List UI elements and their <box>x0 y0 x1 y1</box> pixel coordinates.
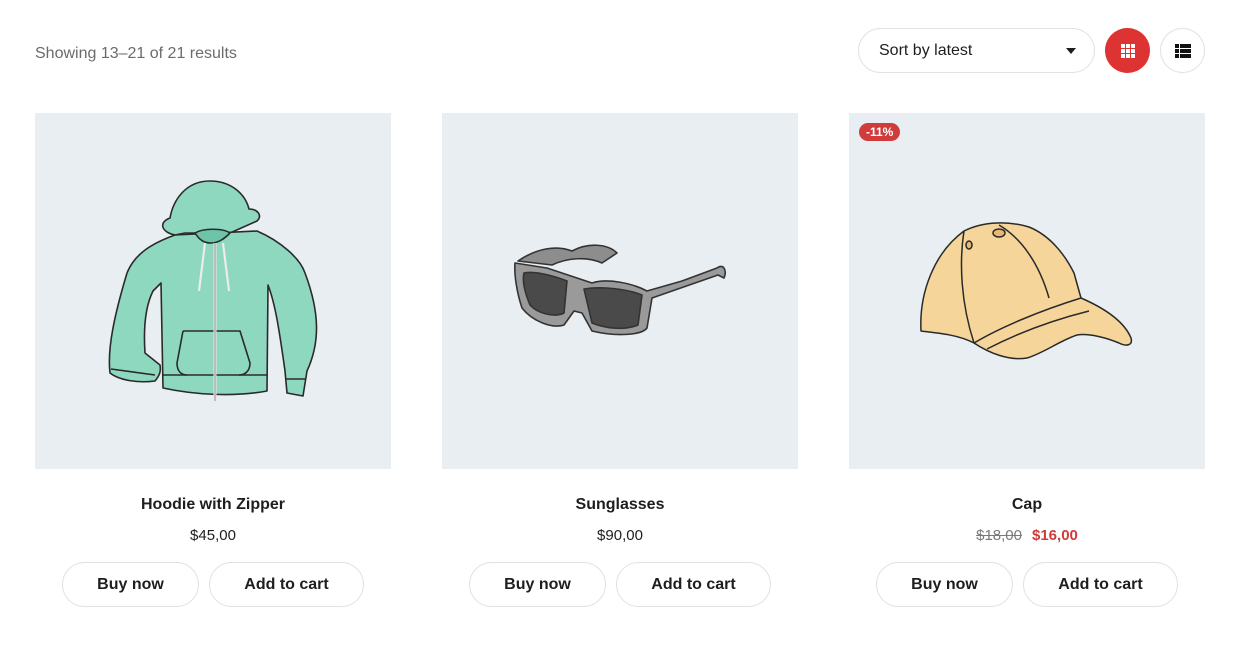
sale-badge: -11% <box>859 123 901 141</box>
product-price: $18,00 $16,00 <box>849 527 1205 544</box>
grid-view-button[interactable] <box>1105 28 1150 73</box>
product-title[interactable]: Cap <box>849 496 1205 514</box>
product-price: $45,00 <box>190 527 236 544</box>
product-card: Hoodie with Zipper $45,00 Buy now Add to… <box>35 113 391 607</box>
product-card: -11% Cap $18,00 $16,00 Buy now Add to car… <box>849 113 1205 607</box>
product-title[interactable]: Hoodie with Zipper <box>35 496 391 514</box>
grid-icon <box>1120 43 1135 58</box>
regular-price: $18,00 <box>976 527 1022 544</box>
cap-illustration <box>920 222 1133 360</box>
sort-select-value: Sort by latest <box>879 41 973 59</box>
list-icon <box>1174 43 1191 58</box>
sale-price: $16,00 <box>1032 527 1078 544</box>
caret-down-icon <box>1066 48 1076 54</box>
buy-now-button[interactable]: Buy now <box>62 562 199 607</box>
hoodie-illustration <box>108 180 318 401</box>
product-image-link[interactable] <box>35 113 391 469</box>
sort-select[interactable]: Sort by latest <box>858 28 1095 73</box>
buy-now-button[interactable]: Buy now <box>469 562 606 607</box>
add-to-cart-button[interactable]: Add to cart <box>616 562 771 607</box>
add-to-cart-button[interactable]: Add to cart <box>209 562 364 607</box>
product-price: $90,00 <box>597 527 643 544</box>
buy-now-button[interactable]: Buy now <box>876 562 1013 607</box>
product-card: Sunglasses $90,00 Buy now Add to cart <box>442 113 798 607</box>
product-title[interactable]: Sunglasses <box>442 496 798 514</box>
sunglasses-illustration <box>514 244 726 336</box>
product-image-link[interactable]: -11% <box>849 113 1205 469</box>
add-to-cart-button[interactable]: Add to cart <box>1023 562 1178 607</box>
product-image-link[interactable] <box>442 113 798 469</box>
result-count: Showing 13–21 of 21 results <box>35 45 237 62</box>
list-view-button[interactable] <box>1160 28 1205 73</box>
